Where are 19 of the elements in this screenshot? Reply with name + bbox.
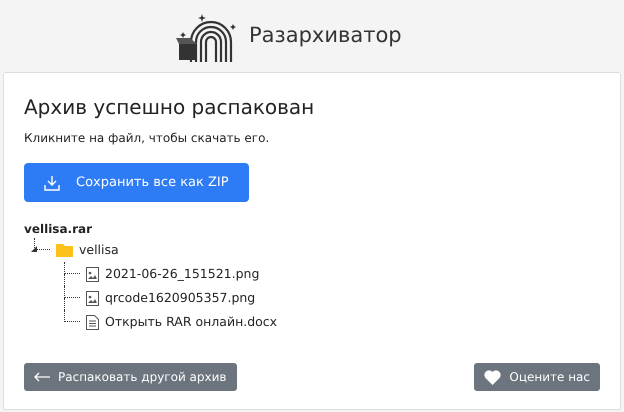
page-title: Архив успешно распакован [24, 95, 316, 119]
rate-button[interactable]: Оцените нас [474, 363, 600, 391]
heart-icon [484, 370, 502, 384]
expand-icon[interactable] [31, 246, 37, 252]
document-icon [86, 314, 99, 330]
back-button[interactable]: Распаковать другой архив [24, 363, 236, 391]
file-name[interactable]: 2021-06-26_151521.png [105, 264, 260, 284]
file-name[interactable]: Открыть RAR онлайн.docx [105, 312, 278, 332]
archive-name: vellisa.rar [24, 221, 94, 238]
download-icon [44, 174, 60, 190]
image-file-icon [86, 290, 99, 306]
arrow-left-icon [34, 372, 50, 382]
folder-icon [56, 244, 73, 256]
save-zip-button[interactable]: Сохранить все как ZIP [24, 163, 249, 202]
image-file-icon [86, 266, 99, 282]
instruction-text: Кликните на файл, чтобы скачать его. [24, 130, 270, 147]
brand-name[interactable]: Разархиватор [249, 20, 402, 52]
folder-name[interactable]: vellisa [79, 240, 119, 260]
file-name[interactable]: qrcode1620905357.png [105, 288, 256, 308]
